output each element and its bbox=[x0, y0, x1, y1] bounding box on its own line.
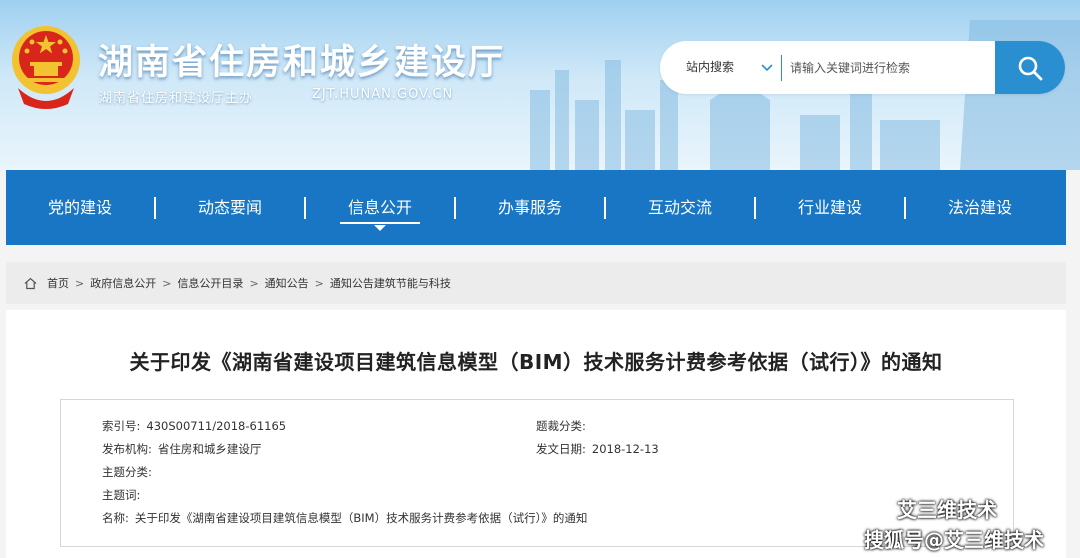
watermark-line1: 艾三维技术 bbox=[897, 498, 997, 522]
search-bar: 站内搜索 bbox=[660, 41, 1065, 94]
breadcrumb-current[interactable]: 通知公告建筑节能与科技 bbox=[330, 275, 451, 291]
meta-date: 发文日期: 2018-12-13 bbox=[536, 441, 659, 457]
meta-topic-label: 主题分类: bbox=[102, 465, 152, 479]
breadcrumb: 首页 > 政府信息公开 > 信息公开目录 > 通知公告 > 通知公告建筑节能与科… bbox=[6, 262, 1066, 304]
search-scope-select[interactable]: 站内搜索 bbox=[686, 41, 734, 94]
national-emblem-icon bbox=[12, 26, 80, 109]
home-icon[interactable] bbox=[24, 277, 37, 290]
meta-publisher: 发布机构: 省住房和城乡建设厅 bbox=[102, 441, 261, 457]
search-divider bbox=[781, 55, 782, 81]
nav-item-services[interactable]: 办事服务 bbox=[456, 170, 604, 245]
chevron-down-icon[interactable] bbox=[760, 60, 774, 74]
breadcrumb-home[interactable]: 首页 bbox=[47, 275, 69, 291]
breadcrumb-separator: > bbox=[162, 276, 172, 290]
site-title: 湖南省住房和城乡建设厅 bbox=[98, 43, 506, 83]
meta-category-label: 题裁分类: bbox=[536, 419, 586, 433]
meta-category: 题裁分类: bbox=[536, 418, 592, 434]
site-url: ZJT.HUNAN.GOV.CN bbox=[312, 87, 454, 102]
meta-publisher-label: 发布机构: bbox=[102, 442, 152, 456]
meta-keywords-label: 主题词: bbox=[102, 488, 141, 502]
watermark-account: 艾三维技术 bbox=[863, 494, 997, 523]
watermark-source: 搜狐号@艾三维技术 bbox=[864, 528, 1044, 552]
meta-index-label: 索引号: bbox=[102, 419, 141, 433]
breadcrumb-notices[interactable]: 通知公告 bbox=[265, 275, 309, 291]
nav-item-interaction[interactable]: 互动交流 bbox=[606, 170, 754, 245]
search-icon bbox=[1018, 56, 1043, 80]
nav-item-info-disclosure[interactable]: 信息公开 bbox=[306, 170, 454, 245]
breadcrumb-gov-info[interactable]: 政府信息公开 bbox=[90, 275, 156, 291]
meta-index: 索引号: 430S00711/2018-61165 bbox=[102, 418, 286, 434]
search-button[interactable] bbox=[995, 41, 1065, 94]
search-input[interactable] bbox=[790, 41, 990, 94]
meta-keywords: 主题词: bbox=[102, 487, 146, 503]
breadcrumb-separator: > bbox=[249, 276, 259, 290]
nav-item-rule-of-law[interactable]: 法治建设 bbox=[906, 170, 1054, 245]
host-organization: 湖南省住房和建设厅主办 bbox=[99, 91, 254, 106]
meta-topic: 主题分类: bbox=[102, 464, 158, 480]
meta-name-label: 名称: bbox=[102, 511, 129, 525]
meta-publisher-value: 省住房和城乡建设厅 bbox=[157, 442, 262, 456]
wechat-icon bbox=[863, 498, 889, 519]
meta-name-value: 关于印发《湖南省建设项目建筑信息模型（BIM）技术服务计费参考依据（试行）》的通… bbox=[134, 511, 588, 525]
breadcrumb-info-catalog[interactable]: 信息公开目录 bbox=[177, 275, 243, 291]
breadcrumb-separator: > bbox=[75, 276, 85, 290]
meta-index-value: 430S00711/2018-61165 bbox=[146, 419, 287, 433]
active-caret-icon bbox=[374, 225, 386, 231]
meta-date-label: 发文日期: bbox=[536, 442, 586, 456]
meta-date-value: 2018-12-13 bbox=[591, 442, 659, 456]
nav-item-party-building[interactable]: 党的建设 bbox=[6, 170, 154, 245]
page-title: 关于印发《湖南省建设项目建筑信息模型（BIM）技术服务计费参考依据（试行）》的通… bbox=[129, 350, 943, 374]
site-header: 湖南省住房和城乡建设厅 湖南省住房和建设厅主办 ZJT.HUNAN.GOV.CN… bbox=[0, 0, 1080, 170]
meta-name: 名称: 关于印发《湖南省建设项目建筑信息模型（BIM）技术服务计费参考依据（试行）… bbox=[102, 510, 587, 526]
nav-item-industry[interactable]: 行业建设 bbox=[756, 170, 904, 245]
nav-item-news[interactable]: 动态要闻 bbox=[156, 170, 304, 245]
nav-item-label: 信息公开 bbox=[347, 198, 412, 217]
main-nav: 党的建设 动态要闻 信息公开 办事服务 互动交流 行业建设 法治建设 bbox=[6, 170, 1066, 245]
breadcrumb-separator: > bbox=[314, 276, 324, 290]
